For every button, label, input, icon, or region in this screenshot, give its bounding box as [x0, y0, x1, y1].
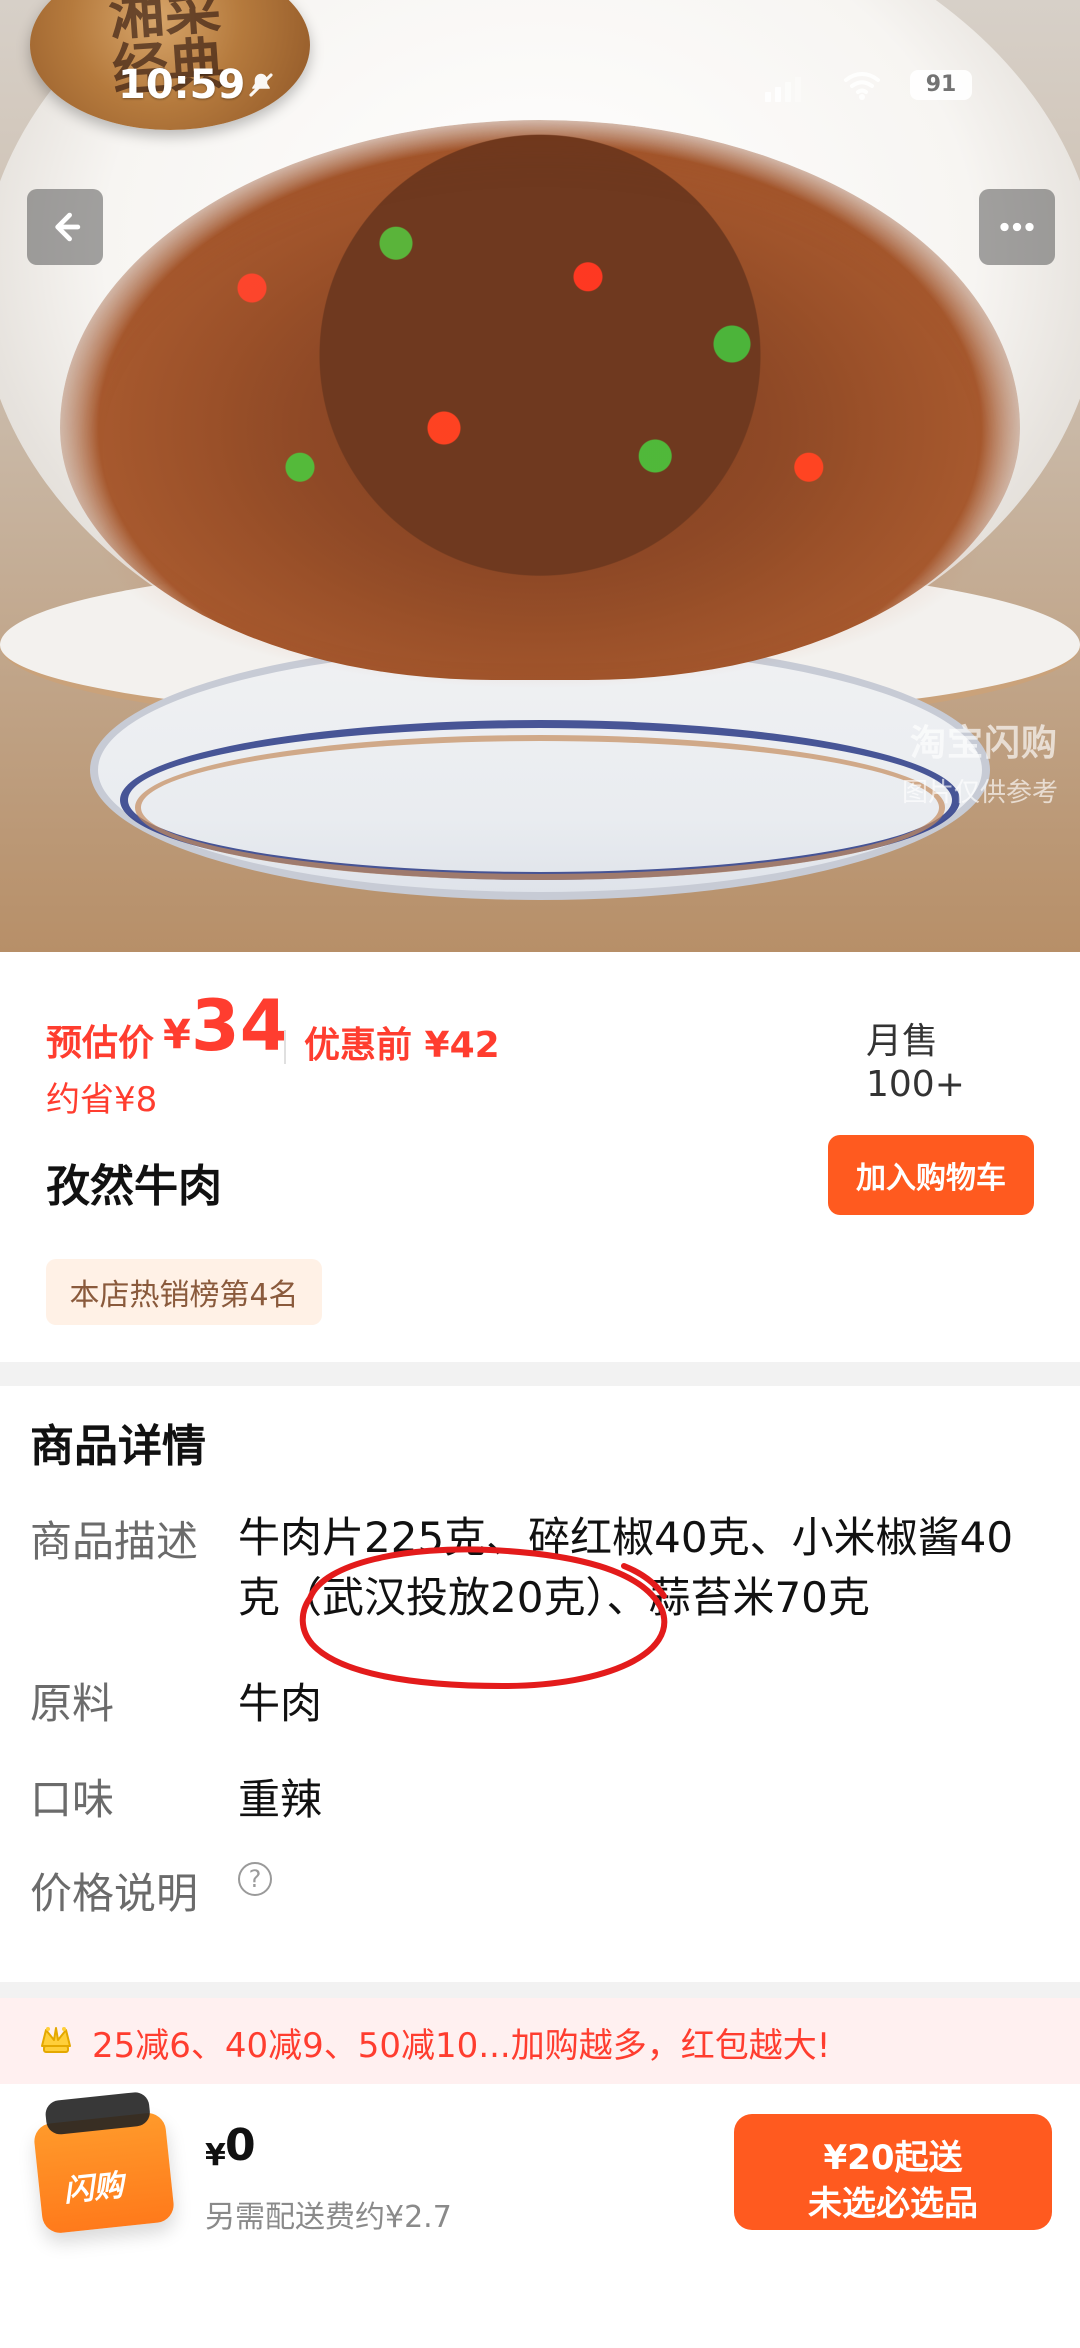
- price-divider: [284, 1030, 286, 1064]
- watermark-title: 淘宝闪购: [909, 723, 1058, 764]
- product-summary-card: 预估价 ¥ 34 优惠前 ¥42 月售 100+ 约省¥8 孜然牛肉 加入购物车…: [0, 952, 1080, 1362]
- estimated-price-label: 预估价: [46, 1023, 155, 1064]
- help-circle-icon[interactable]: ?: [238, 1862, 272, 1896]
- bag-handle: [44, 2090, 152, 2136]
- details-title: 商品详情: [30, 1421, 206, 1472]
- checkout-min-order: ¥20起送: [823, 2138, 963, 2178]
- detail-value-ingredients: 牛肉: [238, 1679, 323, 1728]
- detail-label-price-info: 价格说明: [30, 1869, 199, 1918]
- promo-banner[interactable]: 25减6、40减9、50减10...加购越多，红包越大!: [0, 1998, 1080, 2084]
- checkout-required-item: 未选必选品: [808, 2184, 978, 2224]
- more-dots-icon: [1000, 222, 1034, 232]
- monthly-sales: 月售 100+: [866, 1021, 965, 1105]
- detail-value-description: 牛肉片225克、碎红椒40克、小米椒酱40克（武汉投放20克）、蒜苔米70克: [238, 1513, 1014, 1622]
- crown-icon: [41, 2027, 71, 2053]
- detail-label-description: 商品描述: [30, 1517, 199, 1566]
- checkout-button[interactable]: ¥20起送 未选必选品: [734, 2114, 1052, 2230]
- status-time: 10:59: [118, 62, 246, 108]
- promo-text: 25减6、40减9、50减10...加购越多，红包越大!: [92, 2026, 831, 2066]
- product-name: 孜然牛肉: [46, 1161, 222, 1212]
- back-button[interactable]: [27, 189, 103, 265]
- section-gap: [0, 1362, 1080, 1386]
- cart-yen-symbol: ¥: [205, 2138, 226, 2173]
- bag-label: 闪购: [61, 2168, 126, 2210]
- price-yen-symbol: ¥: [163, 1012, 191, 1058]
- delivery-fee-text: 另需配送费约¥2.7: [205, 2200, 452, 2235]
- cart-total: 0: [225, 2120, 256, 2171]
- bottom-cart-bar: 闪购 ¥ 0 另需配送费约¥2.7 ¥20起送 未选必选品: [0, 2084, 1080, 2348]
- shopping-bag-icon[interactable]: 闪购: [32, 2090, 176, 2235]
- status-bar: 10:59 91: [0, 0, 1080, 120]
- product-hero-image: 湘菜 经典 10:59 91 淘宝闪购 图片仅供参考: [0, 0, 1080, 952]
- detail-label-ingredients: 原料: [30, 1679, 115, 1728]
- add-to-cart-button[interactable]: 加入购物车: [828, 1135, 1034, 1215]
- back-arrow-icon: [55, 212, 81, 242]
- estimated-price: 34: [191, 985, 289, 1067]
- section-gap: [0, 1982, 1080, 1998]
- watermark-subtitle: 图片仅供参考: [901, 778, 1058, 808]
- signal-icon: [765, 77, 801, 102]
- detail-label-taste: 口味: [30, 1775, 115, 1824]
- wifi-icon: [844, 72, 880, 100]
- more-options-button[interactable]: [979, 189, 1055, 265]
- original-price: 优惠前 ¥42: [304, 1025, 500, 1066]
- plate-base-line-secondary: [135, 735, 945, 880]
- savings-text: 约省¥8: [46, 1080, 158, 1120]
- product-detail-page: 湘菜 经典 10:59 91 淘宝闪购 图片仅供参考 预估价 ¥ 34 优惠前 …: [0, 0, 1080, 2348]
- bestseller-rank-tag: 本店热销榜第4名: [46, 1259, 322, 1325]
- image-watermark: 淘宝闪购 图片仅供参考: [858, 714, 1058, 809]
- mute-icon: [249, 73, 273, 97]
- price-row: 预估价 ¥ 34 优惠前 ¥42 月售 100+: [46, 952, 1046, 1105]
- product-details-section: 商品详情 商品描述 牛肉片225克、碎红椒40克、小米椒酱40克（武汉投放20克…: [0, 1386, 1080, 1982]
- detail-value-taste: 重辣: [238, 1775, 323, 1824]
- battery-indicator: 91: [910, 70, 972, 100]
